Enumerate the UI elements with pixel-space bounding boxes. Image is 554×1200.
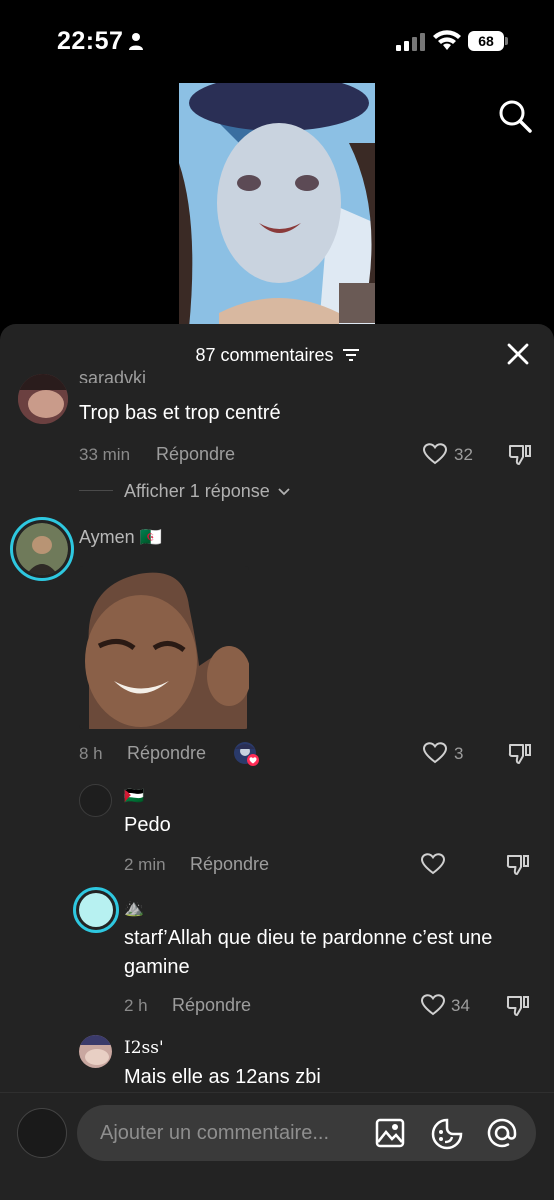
cellular-signal-icon <box>396 33 425 51</box>
dislike-icon[interactable] <box>507 741 533 767</box>
comment-sticker-image[interactable] <box>79 566 249 729</box>
view-replies-button[interactable]: Afficher 1 réponse <box>124 481 291 502</box>
like-count: 32 <box>454 445 473 464</box>
creator-liked-badge <box>233 741 259 767</box>
reply-button[interactable]: Répondre <box>127 743 206 764</box>
dislike-icon[interactable] <box>505 852 531 878</box>
battery-level: 68 <box>478 33 494 49</box>
comment-text: Trop bas et trop centré <box>79 402 281 424</box>
image-icon[interactable] <box>375 1118 405 1148</box>
close-button[interactable] <box>506 342 530 366</box>
sort-filter-icon[interactable] <box>342 349 359 362</box>
reply-avatar[interactable] <box>79 784 112 817</box>
comments-sheet: 87 commentaires saradvkj Trop bas et tro… <box>0 324 554 1200</box>
heart-icon[interactable] <box>423 443 447 465</box>
reply-button[interactable]: Répondre <box>156 444 235 465</box>
wifi-icon <box>433 30 461 50</box>
like-count: 34 <box>451 996 470 1015</box>
reply-text: starf’Allah que dieu te pardonne c’est u… <box>124 927 493 978</box>
mention-icon[interactable] <box>486 1117 518 1149</box>
reply-time: 2 h <box>124 996 148 1015</box>
heart-icon[interactable] <box>423 742 447 764</box>
reply-username[interactable]: I2ss' <box>124 1038 164 1058</box>
dislike-icon[interactable] <box>507 442 533 468</box>
battery-indicator: 68 <box>468 31 508 51</box>
status-time: 22:57 <box>57 27 124 55</box>
dislike-icon[interactable] <box>505 993 531 1019</box>
emoji-sticker-icon[interactable] <box>431 1118 463 1150</box>
reply-avatar[interactable] <box>79 1035 112 1068</box>
comment-input-bar: Ajouter un commentaire... <box>0 1092 554 1200</box>
search-button[interactable] <box>497 98 533 134</box>
reply-avatar-story[interactable] <box>73 887 119 933</box>
replies-divider <box>79 490 113 491</box>
user-avatar[interactable] <box>17 1108 67 1158</box>
reply-button[interactable]: Répondre <box>172 995 251 1016</box>
video-frame-image <box>179 83 375 328</box>
reply-text: Pedo <box>124 814 171 836</box>
comment-time: 33 min <box>79 445 131 464</box>
reply-button[interactable]: Répondre <box>190 854 269 875</box>
person-icon <box>129 33 143 50</box>
view-replies-label: Afficher 1 réponse <box>124 481 270 501</box>
heart-icon[interactable] <box>421 853 445 875</box>
comment-username[interactable]: Aymen 🇩🇿 <box>79 527 162 548</box>
heart-icon[interactable] <box>421 994 445 1016</box>
comment-avatar-story[interactable] <box>10 517 74 581</box>
reply-username[interactable]: 🇵🇸 <box>124 786 144 806</box>
reply-time: 2 min <box>124 855 166 874</box>
comment-avatar[interactable] <box>18 374 68 424</box>
reply-username[interactable]: ⛰️ <box>124 898 144 918</box>
chevron-down-icon <box>278 488 290 496</box>
comment-count[interactable]: 87 commentaires <box>0 344 554 366</box>
reply-text: Mais elle as 12ans zbi <box>124 1066 321 1088</box>
comment-username[interactable]: saradvkj <box>79 369 146 383</box>
video-thumbnail[interactable] <box>179 83 375 328</box>
comment-count-label: 87 commentaires <box>195 344 334 365</box>
like-count: 3 <box>454 744 464 763</box>
status-bar: 22:57 68 <box>0 0 554 80</box>
comment-time: 8 h <box>79 744 103 763</box>
comment-input-placeholder: Ajouter un commentaire... <box>100 1122 329 1144</box>
